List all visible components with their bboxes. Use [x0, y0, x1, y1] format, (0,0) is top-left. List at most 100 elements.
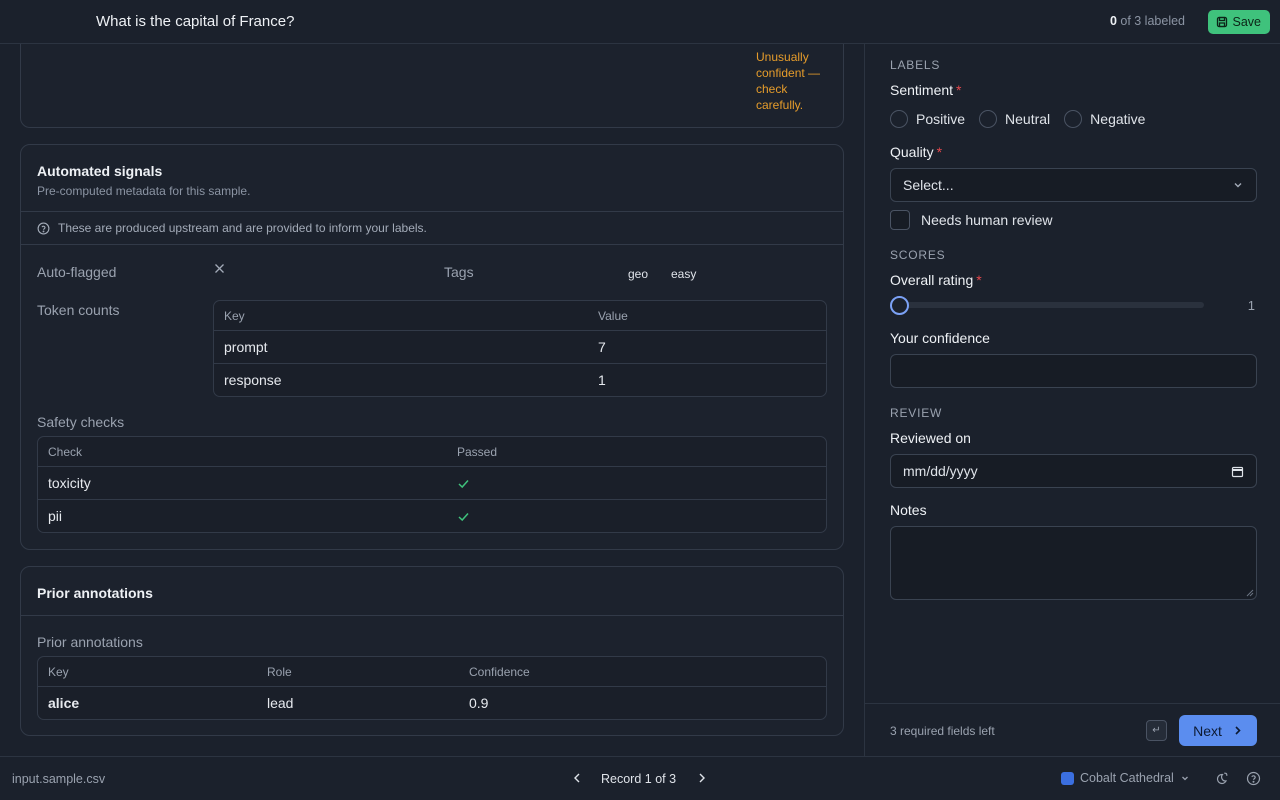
review-section-label: REVIEW	[890, 406, 943, 420]
signals-subtitle: Pre-computed metadata for this sample.	[37, 184, 251, 198]
rating-slider-track[interactable]	[899, 302, 1204, 308]
table-cell: alice	[48, 695, 80, 711]
required-marker: *	[956, 82, 962, 98]
radio-label: Positive	[916, 111, 966, 127]
table-cell: 7	[598, 339, 606, 355]
signals-info-text: These are produced upstream and are prov…	[58, 221, 427, 235]
prior-header: Prior annotations	[21, 567, 843, 616]
table-header-row: Key Value	[214, 301, 826, 330]
calendar-icon[interactable]	[1231, 465, 1244, 478]
reviewed-on-date-input[interactable]: mm/dd/yyyy	[890, 454, 1257, 488]
confidence-input[interactable]	[890, 354, 1257, 388]
column-header: Value	[598, 308, 628, 323]
safety-checks-label: Safety checks	[37, 414, 125, 430]
checkbox-box[interactable]	[890, 210, 910, 230]
tag-chip: easy	[671, 267, 697, 281]
column-header: Role	[267, 664, 292, 679]
help-circle-icon	[37, 222, 50, 234]
rating-value: 1	[1247, 298, 1255, 313]
file-name: input.sample.csv	[12, 772, 106, 786]
signals-info: These are produced upstream and are prov…	[21, 212, 843, 245]
theme-swatch	[1061, 771, 1074, 785]
theme-toggle-icon[interactable]	[1214, 771, 1229, 786]
table-row: toxicity	[38, 466, 826, 499]
chevron-down-icon	[1234, 183, 1242, 188]
confidence-warning: Unusually confident — check carefully.	[756, 50, 821, 112]
theme-selector[interactable]: Cobalt Cathedral	[1061, 771, 1190, 785]
needs-review-checkbox[interactable]: Needs human review	[890, 210, 1053, 230]
form-footer: 3 required fields left ↵ Next	[865, 703, 1280, 756]
column-header: Check	[48, 444, 83, 459]
token-counts-label: Token counts	[37, 302, 120, 318]
radio-circle[interactable]	[890, 110, 908, 128]
table-header-row: Key Role Confidence	[38, 657, 826, 686]
notes-textarea[interactable]	[890, 526, 1257, 600]
labeling-panel: LABELS Sentiment * Positive Neutral Negat…	[864, 44, 1280, 756]
table-header-row: Check Passed	[38, 437, 826, 466]
table-cell: lead	[267, 695, 294, 711]
check-icon	[458, 479, 469, 488]
content-pane[interactable]: Unusually confident — check carefully. A…	[0, 44, 864, 756]
table-cell: 0.9	[469, 695, 489, 711]
prior-annotations-card: Prior annotations Prior annotations Key …	[20, 566, 844, 736]
resize-grip-icon[interactable]	[1246, 589, 1254, 597]
signals-header: Automated signals Pre-computed metadata …	[21, 145, 843, 212]
prior-section-label: Prior annotations	[37, 634, 143, 650]
column-header: Confidence	[469, 664, 530, 679]
theme-name: Cobalt Cathedral	[1080, 771, 1174, 785]
table-row: pii	[38, 499, 826, 532]
table-cell	[457, 467, 470, 499]
quality-label: Quality *	[890, 144, 942, 160]
scores-section-label: SCORES	[890, 248, 946, 262]
tags-label: Tags	[444, 264, 474, 280]
sentiment-option-positive[interactable]: Positive	[890, 110, 965, 128]
chevron-down-icon	[1181, 776, 1188, 781]
quality-select[interactable]: Select...	[890, 168, 1257, 202]
save-label: Save	[1232, 15, 1262, 29]
record-indicator: Record 1 of 3	[601, 772, 677, 786]
labeled-progress: 0 of 3 labeled	[1110, 14, 1185, 28]
save-button[interactable]: Save	[1207, 10, 1270, 34]
radio-circle[interactable]	[1064, 110, 1083, 128]
chevron-right-icon	[1235, 726, 1241, 735]
sentiment-radio-group: Positive Neutral Negative	[890, 110, 1145, 128]
next-label: Next	[1193, 722, 1222, 739]
radio-label: Negative	[1090, 111, 1146, 127]
sentiment-label-text: Sentiment	[890, 82, 954, 98]
required-marker: *	[976, 272, 982, 288]
sentiment-option-neutral[interactable]: Neutral	[979, 110, 1050, 128]
labels-section-label: LABELS	[890, 58, 941, 72]
reviewed-on-label: Reviewed on	[890, 430, 971, 446]
check-icon	[458, 512, 469, 521]
auto-flagged-label: Auto-flagged	[37, 264, 117, 280]
table-row: response 1	[214, 363, 826, 396]
table-row: prompt 7	[214, 330, 826, 363]
chevron-left-icon[interactable]	[570, 771, 584, 785]
rating-label: Overall rating *	[890, 272, 982, 288]
table-cell: pii	[48, 508, 63, 524]
column-header: Passed	[457, 444, 498, 459]
rating-slider-thumb[interactable]	[890, 296, 909, 315]
table-cell: 1	[598, 372, 606, 388]
confidence-label: Your confidence	[890, 330, 990, 346]
enter-key-hint: ↵	[1146, 720, 1167, 741]
top-bar: What is the capital of France? 0 of 3 la…	[0, 0, 1280, 44]
sentiment-option-negative[interactable]: Negative	[1064, 110, 1145, 128]
signals-title: Automated signals	[37, 163, 163, 179]
column-header: Key	[48, 664, 69, 679]
help-icon[interactable]	[1246, 771, 1261, 786]
date-placeholder: mm/dd/yyyy	[903, 463, 978, 479]
prior-title: Prior annotations	[37, 585, 153, 601]
radio-circle[interactable]	[979, 110, 998, 128]
rating-label-text: Overall rating	[890, 272, 974, 288]
next-button[interactable]: Next	[1179, 715, 1257, 746]
table-row: alice lead 0.9	[38, 686, 826, 719]
quality-label-text: Quality	[890, 144, 934, 160]
labeled-suffix: of 3 labeled	[1116, 14, 1185, 28]
sentiment-label: Sentiment *	[890, 82, 962, 98]
token-counts-table: Key Value prompt 7 response 1	[213, 300, 827, 397]
table-cell: toxicity	[48, 475, 91, 491]
chevron-right-icon[interactable]	[695, 771, 709, 785]
tag-chip: geo	[628, 267, 649, 281]
radio-label: Neutral	[1005, 111, 1051, 127]
